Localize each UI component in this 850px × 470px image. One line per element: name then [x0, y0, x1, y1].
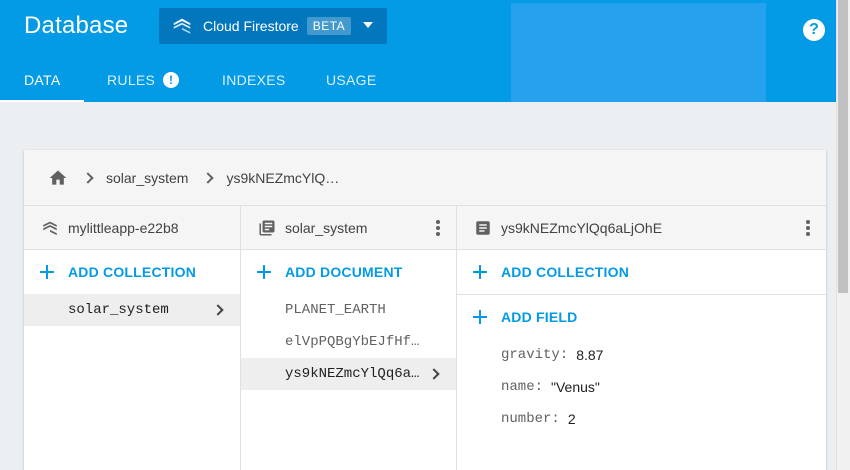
plus-icon: [473, 310, 487, 324]
breadcrumb-collection[interactable]: solar_system: [106, 170, 188, 186]
chevron-right-icon: [212, 304, 224, 316]
more-vert-icon[interactable]: [436, 220, 440, 236]
root-column: mylittleapp-e22b8 ADD COLLECTION solar_s…: [24, 206, 241, 470]
add-collection-button[interactable]: ADD COLLECTION: [24, 250, 240, 294]
tab-data[interactable]: DATA: [0, 58, 85, 102]
tab-rules[interactable]: RULES !: [107, 58, 180, 102]
chevron-right-icon: [82, 171, 94, 184]
document-icon: [476, 220, 490, 235]
collection-icon: [259, 220, 275, 235]
field-value: 8.87: [576, 347, 604, 363]
help-icon[interactable]: ?: [803, 19, 825, 41]
field-value: 2: [567, 411, 576, 427]
field-row[interactable]: name: "Venus": [457, 371, 826, 403]
collection-column-header: solar_system: [241, 206, 456, 250]
home-icon[interactable]: [48, 168, 68, 188]
field-key: gravity:: [501, 347, 569, 363]
add-field-button[interactable]: ADD FIELD: [457, 295, 826, 339]
list-item-document[interactable]: elVpPQBgYbEJfHf…: [241, 326, 456, 358]
plus-icon: [257, 265, 271, 279]
root-column-header: mylittleapp-e22b8: [24, 206, 240, 250]
field-row[interactable]: number: 2: [457, 403, 826, 435]
firestore-icon: [173, 18, 191, 34]
tab-bar: DATA RULES ! INDEXES USAGE: [0, 58, 836, 102]
document-column-header: ys9kNEZmcYlQq6aLjOhE: [457, 206, 826, 250]
breadcrumb-document[interactable]: ys9kNEZmcYlQ…: [226, 170, 339, 186]
data-viewer-card: solar_system ys9kNEZmcYlQ… mylittleapp-e…: [24, 150, 826, 470]
field-key: name:: [501, 379, 544, 395]
database-selector[interactable]: Cloud Firestore BETA: [159, 8, 387, 44]
tab-indexes[interactable]: INDEXES: [222, 58, 286, 102]
field-row[interactable]: gravity: 8.87: [457, 339, 826, 371]
list-item-collection[interactable]: solar_system: [24, 294, 240, 326]
chevron-right-icon: [428, 368, 440, 380]
plus-icon: [40, 265, 54, 279]
field-key: number:: [501, 411, 560, 427]
document-title: ys9kNEZmcYlQq6aLjOhE: [501, 219, 663, 236]
firestore-icon: [43, 221, 57, 235]
warning-icon: !: [163, 72, 180, 88]
add-subcollection-button[interactable]: ADD COLLECTION: [457, 250, 826, 294]
chevron-down-icon: [363, 22, 373, 28]
field-value: "Venus": [551, 379, 600, 395]
database-selector-label: Cloud Firestore: [203, 18, 299, 34]
collection-column: solar_system ADD DOCUMENT PLANET_EARTH e…: [241, 206, 457, 470]
list-item-document[interactable]: ys9kNEZmcYlQq6a…: [241, 358, 456, 390]
more-vert-icon[interactable]: [806, 220, 810, 236]
tab-usage[interactable]: USAGE: [326, 58, 377, 102]
scrollbar-thumb[interactable]: [838, 0, 848, 293]
breadcrumb: solar_system ys9kNEZmcYlQ…: [24, 150, 826, 206]
list-item-document[interactable]: PLANET_EARTH: [241, 294, 456, 326]
chevron-right-icon: [202, 171, 215, 184]
app-header: Database Cloud Firestore BETA ? DATA RUL…: [0, 0, 836, 102]
document-column: ys9kNEZmcYlQq6aLjOhE ADD COLLECTION ADD …: [457, 206, 826, 470]
project-name: mylittleapp-e22b8: [68, 219, 179, 236]
collection-title: solar_system: [285, 219, 368, 236]
beta-badge: BETA: [306, 17, 352, 35]
add-document-button[interactable]: ADD DOCUMENT: [241, 250, 456, 294]
plus-icon: [473, 265, 487, 279]
page-title: Database: [24, 12, 129, 39]
